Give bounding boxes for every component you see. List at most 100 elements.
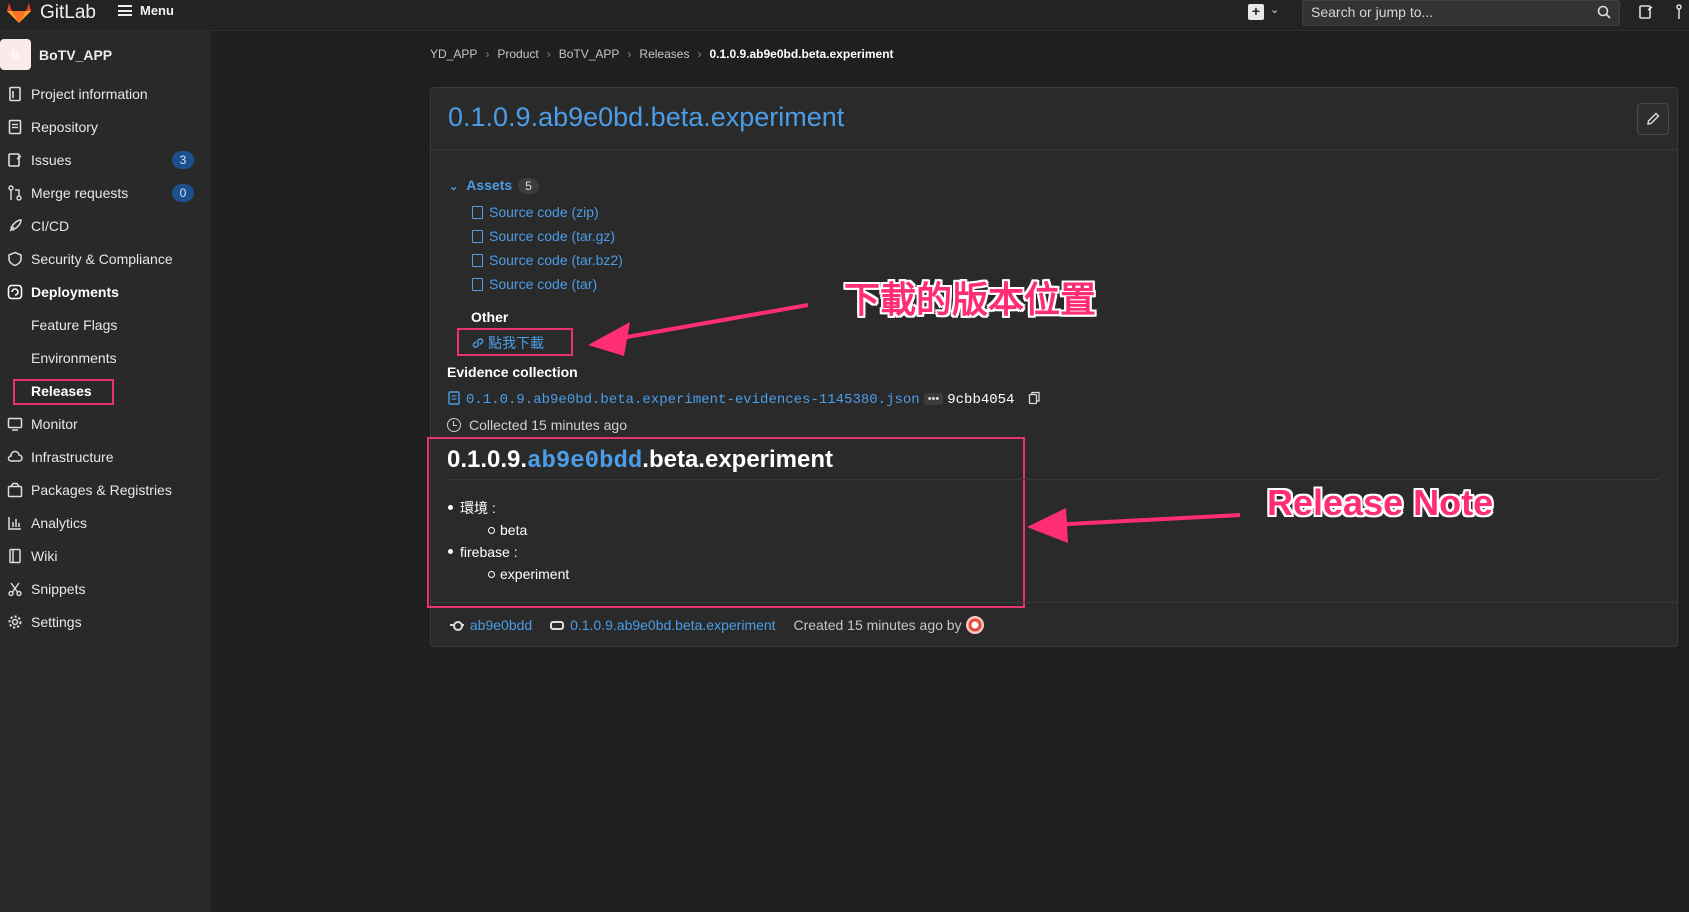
list-item: beta	[460, 519, 569, 541]
asset-source-zip-link[interactable]: Source code (zip)	[472, 204, 599, 220]
repo-doc-icon	[8, 119, 22, 135]
breadcrumb-separator-icon: ›	[697, 47, 702, 61]
menu-label: Menu	[140, 3, 174, 18]
sidebar-item-repository[interactable]: Repository	[0, 112, 211, 142]
copy-icon[interactable]	[1028, 391, 1041, 405]
sidebar-item-environments[interactable]: Environments	[0, 343, 211, 373]
note-title-prefix: 0.1.0.9.	[447, 446, 528, 473]
download-link[interactable]: 點我下載	[471, 333, 544, 353]
file-archive-icon	[472, 254, 483, 267]
breadcrumb: YD_APP › Product › BoTV_APP › Releases › 0.1.0.9…	[430, 47, 894, 61]
file-archive-icon	[472, 206, 483, 219]
rocket-icon	[9, 219, 22, 232]
merge-requests-count-badge: 0	[172, 184, 194, 202]
asset-label: Source code (tar.bz2)	[489, 252, 623, 268]
commit-item: ab9e0bdd	[450, 617, 532, 633]
breadcrumb-item[interactable]: Releases	[639, 47, 689, 61]
tag-item: 0.1.0.9.ab9e0bd.beta.experiment	[550, 617, 776, 633]
list-item: experiment	[460, 563, 569, 585]
sidebar-item-feature-flags[interactable]: Feature Flags	[0, 310, 211, 340]
project-name[interactable]: BoTV_APP	[39, 47, 112, 63]
menu-button[interactable]: Menu	[118, 3, 174, 18]
sidebar-item-merge-requests[interactable]: Merge requests 0	[0, 178, 211, 208]
firebase-label: firebase :	[460, 544, 518, 560]
sidebar-item-label: Project information	[31, 86, 148, 102]
asset-source-tar-link[interactable]: Source code (tar)	[472, 276, 597, 292]
sidebar-item-infrastructure[interactable]: Infrastructure	[0, 442, 211, 472]
brand-name[interactable]: GitLab	[40, 2, 96, 24]
book-icon	[9, 548, 21, 564]
file-archive-icon	[472, 278, 483, 291]
shield-icon	[8, 251, 22, 267]
sidebar-item-label: Wiki	[31, 548, 58, 564]
sidebar-item-packages-registries[interactable]: Packages & Registries	[0, 475, 211, 505]
breadcrumb-item[interactable]: BoTV_APP	[559, 47, 620, 61]
sidebar-item-label: Monitor	[31, 416, 78, 432]
file-archive-icon	[472, 230, 483, 243]
info-doc-icon	[9, 86, 21, 102]
evidence-file-row: 0.1.0.9.ab9e0bd.beta.experiment-evidence…	[447, 390, 1041, 408]
sidebar-item-settings[interactable]: Settings	[0, 607, 211, 637]
release-title[interactable]: 0.1.0.9.ab9e0bd.beta.experiment	[448, 102, 844, 133]
sidebar-item-monitor[interactable]: Monitor	[0, 409, 211, 439]
search-input[interactable]	[1311, 4, 1581, 20]
sidebar-item-wiki[interactable]: Wiki	[0, 541, 211, 571]
asset-source-tarbz2-link[interactable]: Source code (tar.bz2)	[472, 252, 623, 268]
list-item: firebase : experiment	[447, 541, 569, 585]
assets-label: Assets	[466, 177, 513, 193]
breadcrumb-current[interactable]: 0.1.0.9.ab9e0bd.beta.experiment	[709, 47, 893, 61]
gear-icon	[8, 615, 22, 629]
project-header[interactable]: B BoTV_APP	[0, 39, 211, 71]
note-title-suffix: .beta.experiment	[642, 446, 834, 473]
sidebar-item-security-compliance[interactable]: Security & Compliance	[0, 244, 211, 274]
collected-label: Collected 15 minutes ago	[469, 417, 627, 433]
note-title-commit-link[interactable]: ab9e0bdd	[527, 448, 642, 475]
sidebar-item-label: Analytics	[31, 515, 88, 531]
author-avatar[interactable]	[965, 616, 984, 634]
list-item: 環境 : beta	[447, 497, 569, 541]
download-annotation-label: 下載的版本位置	[844, 280, 1097, 321]
sidebar-item-analytics[interactable]: Analytics	[0, 508, 211, 538]
pencil-icon	[1647, 112, 1660, 125]
sidebar-item-label: CI/CD	[31, 218, 70, 234]
search-icon[interactable]	[1597, 5, 1611, 19]
tag-icon	[550, 621, 565, 630]
edit-release-button[interactable]	[1637, 103, 1669, 135]
scissors-icon	[8, 582, 22, 597]
new-item-plus-icon[interactable]: +	[1248, 4, 1264, 20]
sidebar-item-label: Environments	[31, 350, 117, 366]
sidebar-item-cicd[interactable]: CI/CD	[0, 211, 211, 241]
merge-request-icon[interactable]	[1676, 4, 1688, 20]
chevron-down-icon: ⌄	[449, 181, 459, 193]
asset-source-targz-link[interactable]: Source code (tar.gz)	[472, 228, 615, 244]
expand-sha-button[interactable]: •••	[923, 393, 944, 405]
sidebar-item-project-information[interactable]: Project information	[0, 79, 211, 109]
sidebar-item-label: Snippets	[31, 581, 86, 597]
cloud-icon	[7, 450, 23, 462]
env-label: 環境 :	[460, 500, 496, 516]
release-card-header: 0.1.0.9.ab9e0bd.beta.experiment	[431, 88, 1677, 150]
tag-link[interactable]: 0.1.0.9.ab9e0bd.beta.experiment	[570, 617, 776, 633]
evidence-file-link[interactable]: 0.1.0.9.ab9e0bd.beta.experiment-evidence…	[466, 392, 920, 408]
sidebar-item-deployments[interactable]: Deployments	[0, 277, 211, 307]
sidebar-item-issues[interactable]: Issues 3	[0, 145, 211, 175]
evidence-heading: Evidence collection	[447, 364, 578, 380]
commit-link[interactable]: ab9e0bdd	[470, 617, 532, 633]
commit-icon	[450, 618, 464, 632]
assets-toggle[interactable]: ⌄ Assets 5	[449, 177, 539, 194]
sidebar-item-label: Settings	[31, 614, 82, 630]
gitlab-logo-icon[interactable]	[6, 2, 32, 24]
sidebar-item-label: Infrastructure	[31, 449, 114, 465]
search-box[interactable]	[1302, 0, 1620, 26]
link-icon	[472, 338, 484, 348]
sidebar-item-label: Repository	[31, 119, 98, 135]
sidebar-item-snippets[interactable]: Snippets	[0, 574, 211, 604]
chevron-down-icon[interactable]: ⌄	[1270, 3, 1279, 16]
breadcrumb-item[interactable]: Product	[497, 47, 538, 61]
project-avatar[interactable]: B	[0, 39, 31, 70]
assets-count-badge: 5	[518, 178, 539, 194]
issues-icon[interactable]	[1638, 4, 1654, 20]
asset-label: Source code (zip)	[489, 204, 599, 220]
releases-highlight-annotation	[13, 379, 114, 405]
breadcrumb-item[interactable]: YD_APP	[430, 47, 477, 61]
